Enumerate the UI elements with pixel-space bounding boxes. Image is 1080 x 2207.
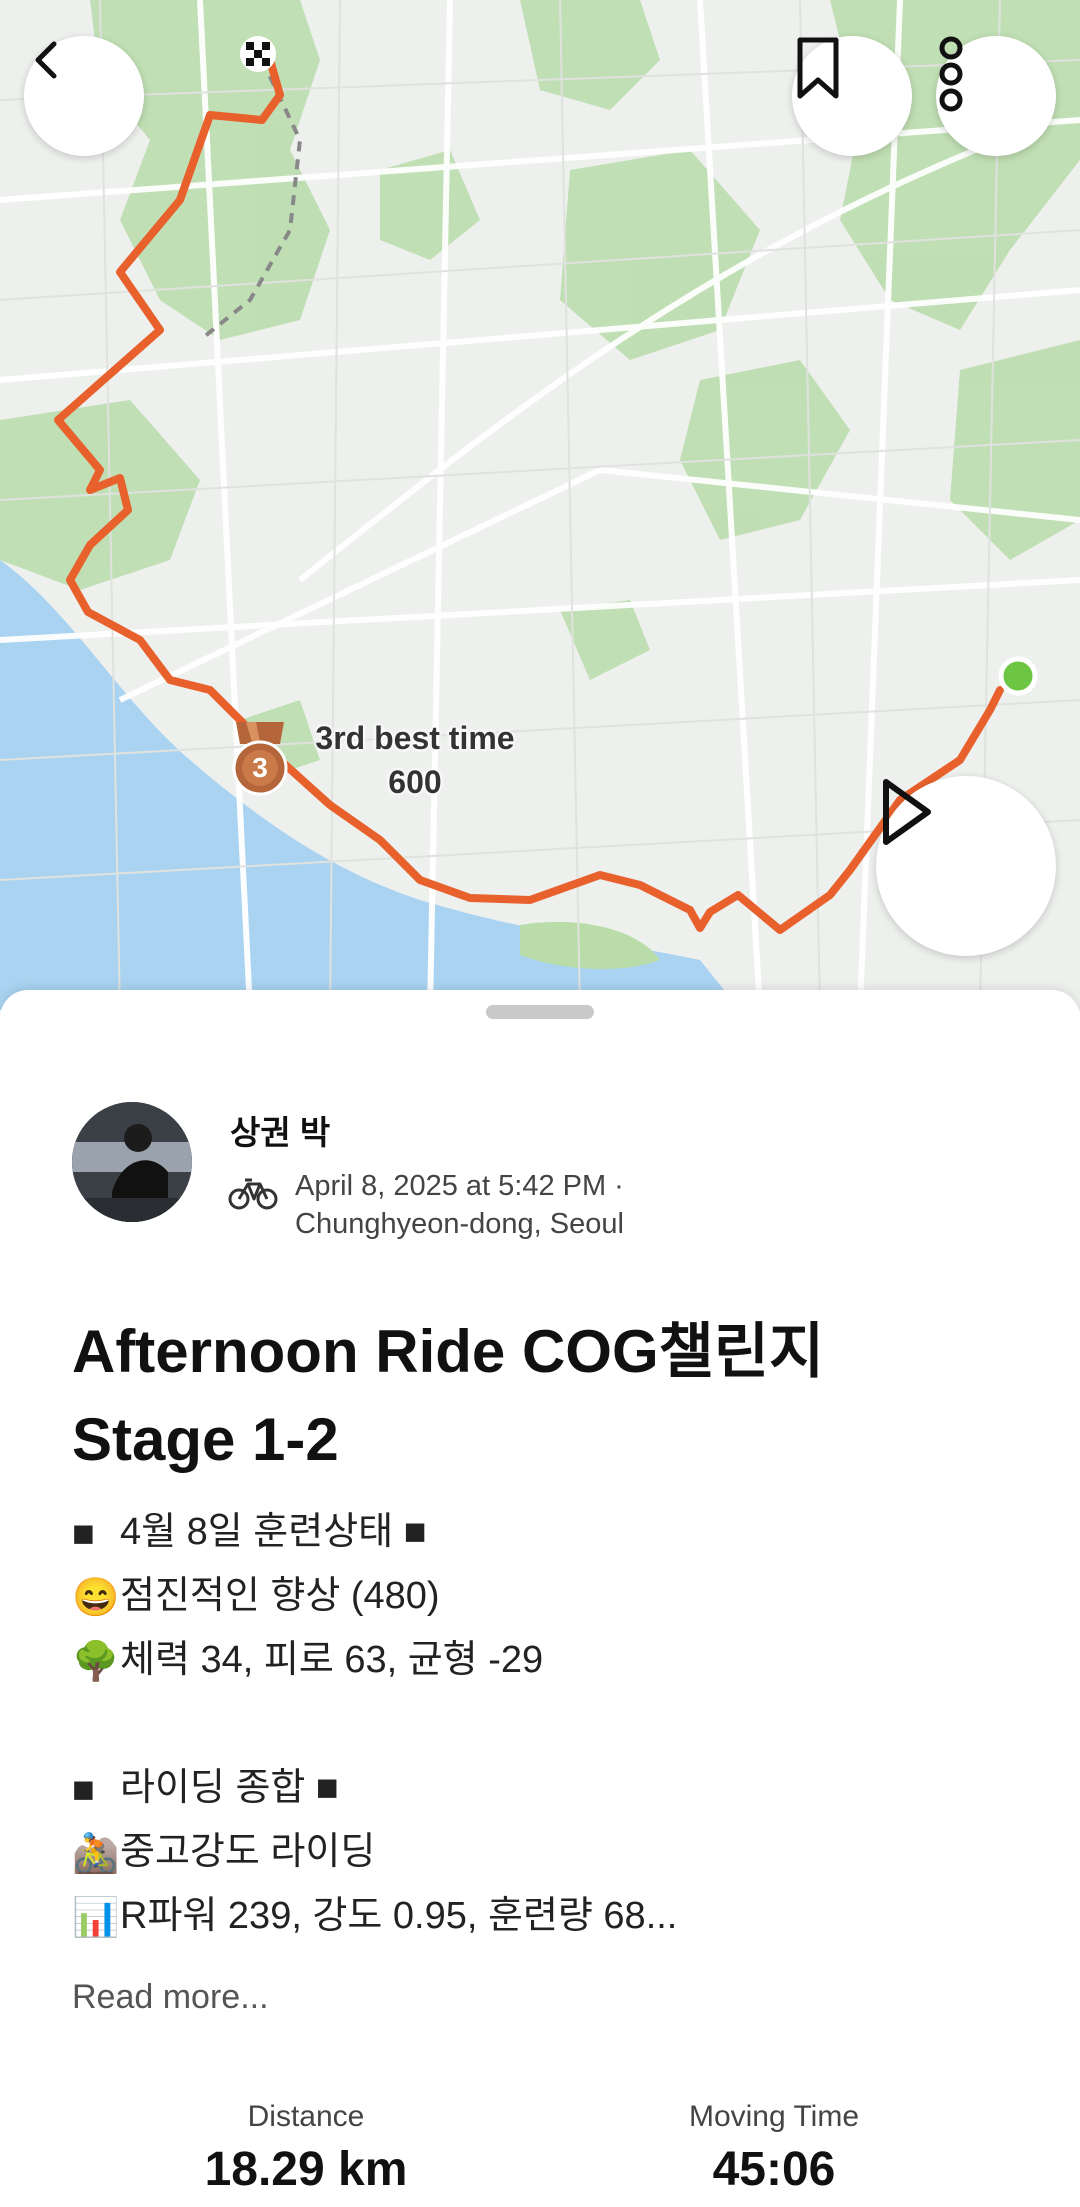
finish-flag-icon: [240, 36, 276, 72]
more-vertical-icon: [939, 36, 963, 112]
avatar[interactable]: [72, 1102, 192, 1222]
description-emoji: ■: [72, 1512, 95, 1555]
description-emoji: ■: [72, 1768, 95, 1811]
activity-datetime: April 8, 2025 at 5:42 PM ·: [295, 1170, 624, 1202]
chevron-left-icon: [35, 41, 57, 79]
stat-label: Distance: [247, 2100, 365, 2133]
back-button[interactable]: [24, 36, 144, 156]
description-text: 체력 34, 피로 63, 균형 -29: [120, 1639, 544, 1681]
description-emoji: 🌳: [72, 1640, 120, 1683]
description-text: 라이딩 종합 ■: [120, 1767, 339, 1809]
activity-title: Afternoon Ride COG챌린지 Stage 1-2: [72, 1308, 1012, 1484]
activity-location: Chunghyeon-dong, Seoul: [295, 1208, 624, 1240]
activity-title-line: Afternoon Ride COG챌린지: [72, 1318, 825, 1385]
description-line: [72, 1692, 1012, 1756]
more-options-button[interactable]: [936, 36, 1056, 156]
description-text: 점진적인 향상 (480): [120, 1575, 440, 1617]
play-flyover-button[interactable]: [876, 776, 1056, 956]
description-text: R파워 239, 강도 0.95, 훈련량 68...: [120, 1895, 678, 1937]
description-line: 📊R파워 239, 강도 0.95, 훈련량 68...: [72, 1884, 1012, 1948]
start-dot: [998, 656, 1038, 696]
medal-value: 600: [388, 764, 442, 800]
description-text: 중고강도 라이딩: [120, 1831, 376, 1873]
author-name[interactable]: 상권 박: [230, 1106, 330, 1154]
avatar-image: [72, 1102, 192, 1222]
activity-description: ■ 4월 8일 훈련상태 ■ 😄점진적인 향상 (480) 🌳체력 34, 피로 …: [72, 1500, 1012, 1948]
segment-medal-label[interactable]: 3rd best time 600: [300, 716, 530, 804]
read-more-link[interactable]: Read more...: [72, 1978, 269, 2017]
medal-rank: 3: [252, 752, 268, 783]
description-emoji: 📊: [72, 1896, 120, 1939]
activity-title-line: Stage 1-2: [72, 1406, 339, 1473]
activity-sheet: 상권 박 April 8, 2025 at 5:42 PM · Chunghye…: [0, 990, 1080, 2207]
sheet-grabber[interactable]: [486, 1005, 594, 1019]
stat-label: Moving Time: [688, 2100, 860, 2133]
description-line: ■ 4월 8일 훈련상태 ■: [72, 1500, 1012, 1564]
description-emoji: 🚵: [72, 1832, 120, 1875]
description-emoji: 😄: [72, 1576, 120, 1619]
bookmark-icon: [797, 37, 839, 99]
description-text: 4월 8일 훈련상태 ■: [120, 1511, 427, 1553]
stat-value: 45:06: [712, 2143, 836, 2196]
description-line: 🌳체력 34, 피로 63, 균형 -29: [72, 1628, 1012, 1692]
stat-value: 18.29 km: [204, 2143, 408, 2196]
medal-title: 3rd best time: [315, 720, 515, 756]
description-line: ■ 라이딩 종합 ■: [72, 1756, 1012, 1820]
description-line: 😄점진적인 향상 (480): [72, 1564, 1012, 1628]
bicycle-icon: [228, 1178, 278, 1210]
stat-distance: Distance 18.29 km: [146, 2100, 466, 2197]
description-line: 🚵중고강도 라이딩: [72, 1820, 1012, 1884]
bookmark-button[interactable]: [792, 36, 912, 156]
play-icon: [883, 779, 931, 845]
stat-moving-time: Moving Time 45:06: [614, 2100, 934, 2197]
route-map[interactable]: 3 3rd best time 600: [0, 0, 1080, 1010]
